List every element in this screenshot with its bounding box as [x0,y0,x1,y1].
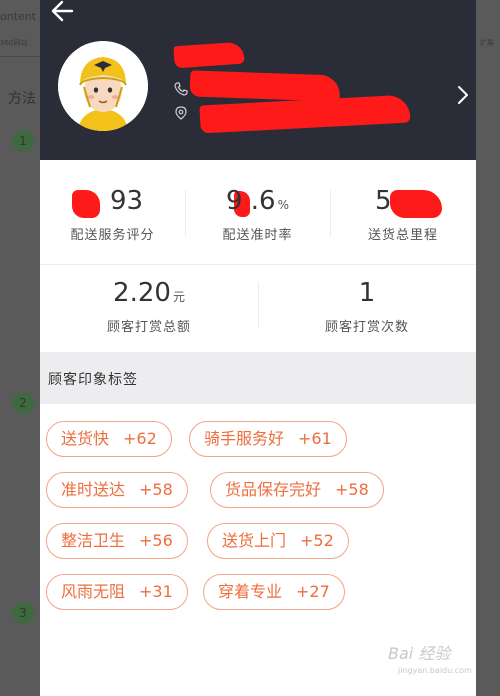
background-step-number: 3 [12,602,34,624]
tag-label: 穿着专业 [218,582,283,601]
rider-avatar-icon [58,41,148,131]
tag-count: +58 [139,480,173,499]
tag-label: 送货快 [61,429,110,448]
impression-tags-title: 顾客印象标签 [48,372,138,388]
background-heading: 方法 [8,91,36,107]
ontime-value: 9 .6 [225,186,276,216]
row-divider [40,264,476,265]
background-small-text: 360网站 [0,39,28,47]
profile-header: 3 [40,0,476,160]
tag-label: 整洁卫生 [61,531,126,550]
tip-total-stat: 2.20 元 顾客打赏总额 [40,278,258,335]
impression-tag[interactable]: 穿着专业 +27 [203,574,345,610]
ontime-unit: % [277,198,290,212]
background-page-right [476,0,500,696]
tag-count: +62 [123,429,157,448]
tag-label: 风雨无阻 [61,582,126,601]
redacted-mileage [390,190,442,218]
tip-count-label: 顾客打赏次数 [324,320,409,335]
tag-label: 准时送达 [61,480,126,499]
tip-total-value: 2.20 [113,278,171,308]
tag-label: 货品保存完好 [225,480,322,499]
background-divider [0,56,40,57]
location-pin-icon [175,106,187,120]
tag-count: +27 [296,582,330,601]
impression-tag[interactable]: 准时送达 +58 [46,472,188,508]
impression-tag[interactable]: 货品保存完好 +58 [210,472,384,508]
tag-label: 送货上门 [222,531,287,550]
redacted-address [199,94,411,134]
rider-profile-modal: 3 93 配送服务评分 9 .6% 配送准时率 5 [40,0,476,696]
tag-count: +52 [300,531,334,550]
impression-tag[interactable]: 骑手服务好 +61 [189,421,347,457]
baidu-watermark-url: jingyan.baidu.com [398,666,472,675]
tip-count-stat: 1 顾客打赏次数 [258,278,476,335]
redacted-name [173,41,245,69]
rating-value: 93 [109,186,144,216]
tip-total-label: 顾客打赏总额 [106,320,191,335]
chevron-right-icon[interactable] [456,84,470,106]
impression-tag[interactable]: 整洁卫生 +56 [46,523,188,559]
tag-count: +31 [139,582,173,601]
redacted-phone [189,70,341,102]
mileage-label: 送货总里程 [367,228,438,243]
tip-count-value: 1 [358,278,376,308]
mileage-stat: 5 送货总里程 [330,186,476,243]
background-step-number: 1 [12,130,34,152]
redacted-rating-digit [72,190,100,218]
impression-tags-header: 顾客印象标签 [40,352,476,404]
background-content-text: ontent [0,10,37,23]
background-step-number: 2 [12,392,34,414]
tag-count: +61 [298,429,332,448]
impression-tag[interactable]: 送货上门 +52 [207,523,349,559]
rider-avatar [58,41,148,131]
tag-count: +56 [139,531,173,550]
ontime-label: 配送准时率 [222,228,293,243]
background-small-text-right: 扩展 [480,39,494,47]
rating-label: 配送服务评分 [70,228,155,243]
impression-tag[interactable]: 送货快 +62 [46,421,172,457]
tag-count: +58 [335,480,369,499]
phone-icon [174,82,188,96]
baidu-watermark: Bai 经验 [388,644,451,663]
tip-total-unit: 元 [172,290,185,304]
tag-label: 骑手服务好 [204,429,285,448]
impression-tag[interactable]: 风雨无阻 +31 [46,574,188,610]
back-arrow-icon[interactable] [50,0,74,22]
ontime-stat: 9 .6% 配送准时率 [185,186,330,243]
rating-stat: 93 配送服务评分 [40,186,185,243]
